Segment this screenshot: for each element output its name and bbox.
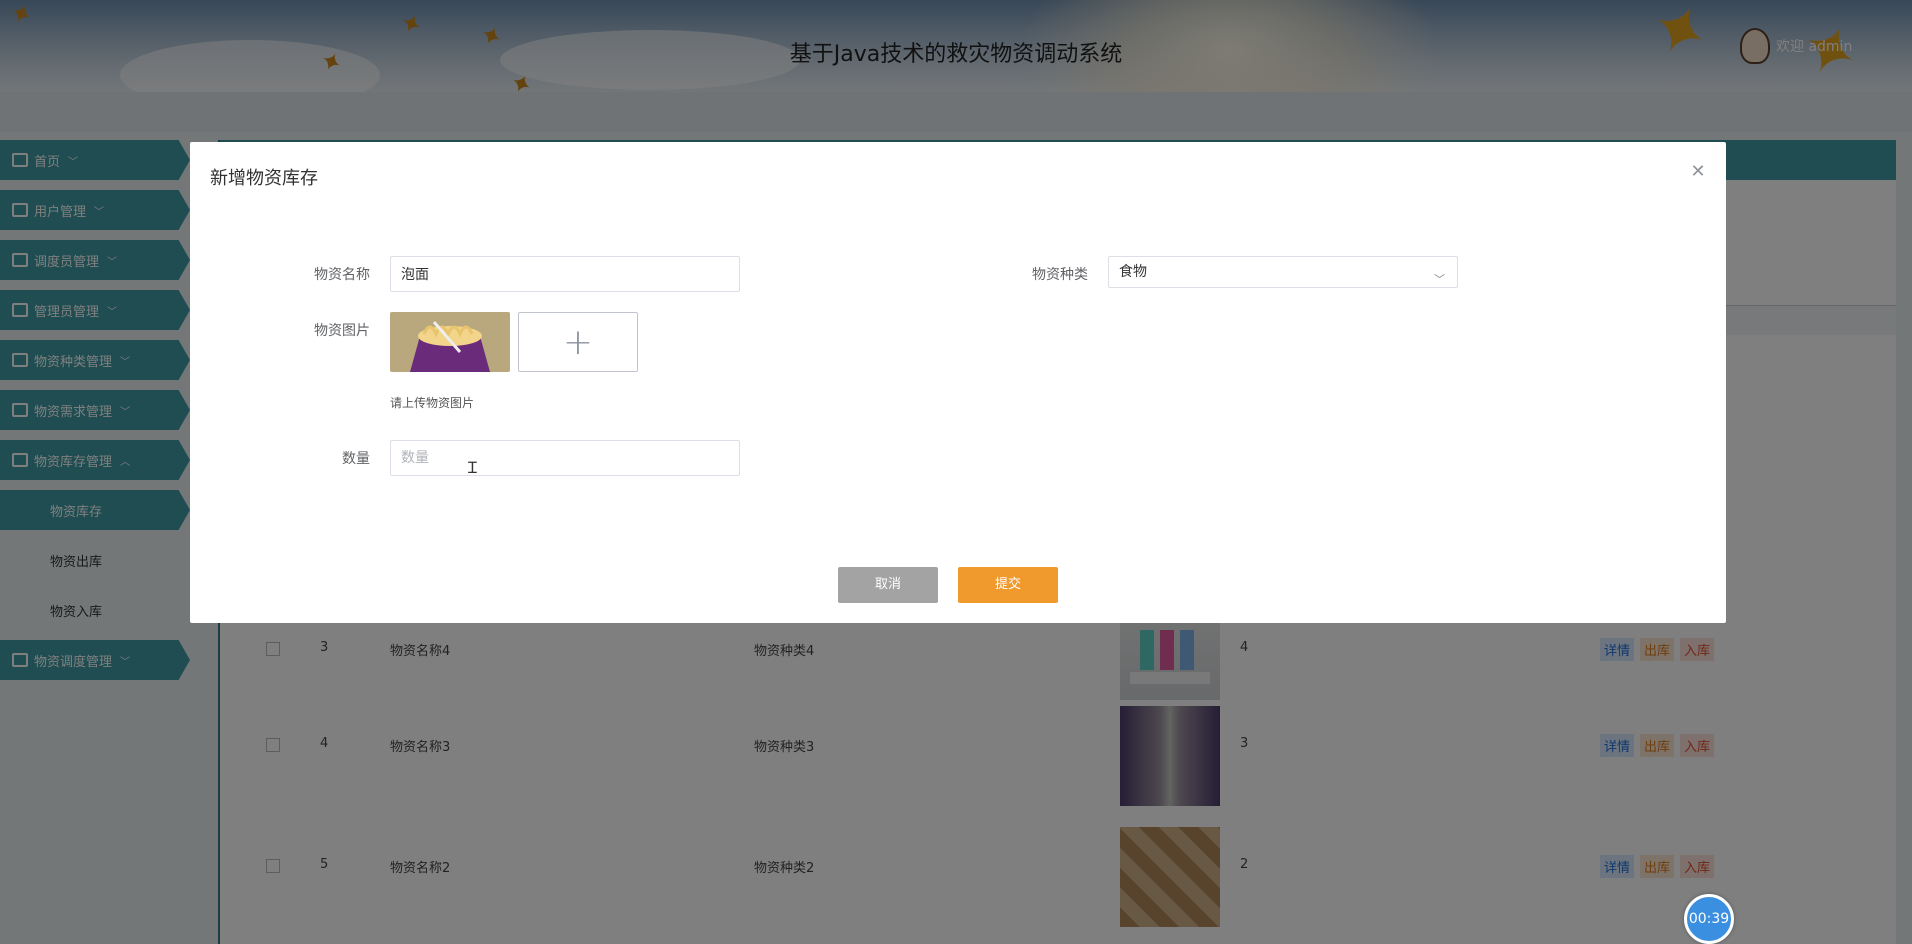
submit-button[interactable]: 提交	[958, 567, 1058, 603]
name-input[interactable]	[390, 256, 740, 292]
add-inventory-dialog: 新增物资库存 ✕ 物资名称 物资种类 食物 ﹀ 物资图片 + 请上传物资图片 数…	[190, 142, 1726, 623]
category-label: 物资种类	[1032, 267, 1088, 283]
cancel-button[interactable]: 取消	[838, 567, 938, 603]
category-selected-value: 食物	[1119, 264, 1147, 280]
close-icon[interactable]: ✕	[1688, 162, 1708, 182]
uploaded-image-thumbnail[interactable]	[390, 312, 510, 372]
upload-image-button[interactable]: +	[518, 312, 638, 372]
plus-icon: +	[562, 321, 594, 363]
name-label: 物资名称	[314, 267, 370, 283]
timer-badge[interactable]: 00:39	[1684, 894, 1734, 944]
image-label: 物资图片	[314, 323, 370, 339]
upload-hint: 请上传物资图片	[390, 396, 475, 410]
dialog-title: 新增物资库存	[210, 168, 318, 189]
text-cursor-icon: Ɪ	[468, 458, 477, 477]
quantity-label: 数量	[342, 451, 370, 467]
category-select[interactable]: 食物 ﹀	[1108, 256, 1458, 288]
chevron-down-icon: ﹀	[1434, 273, 1445, 286]
quantity-input[interactable]	[390, 440, 740, 476]
